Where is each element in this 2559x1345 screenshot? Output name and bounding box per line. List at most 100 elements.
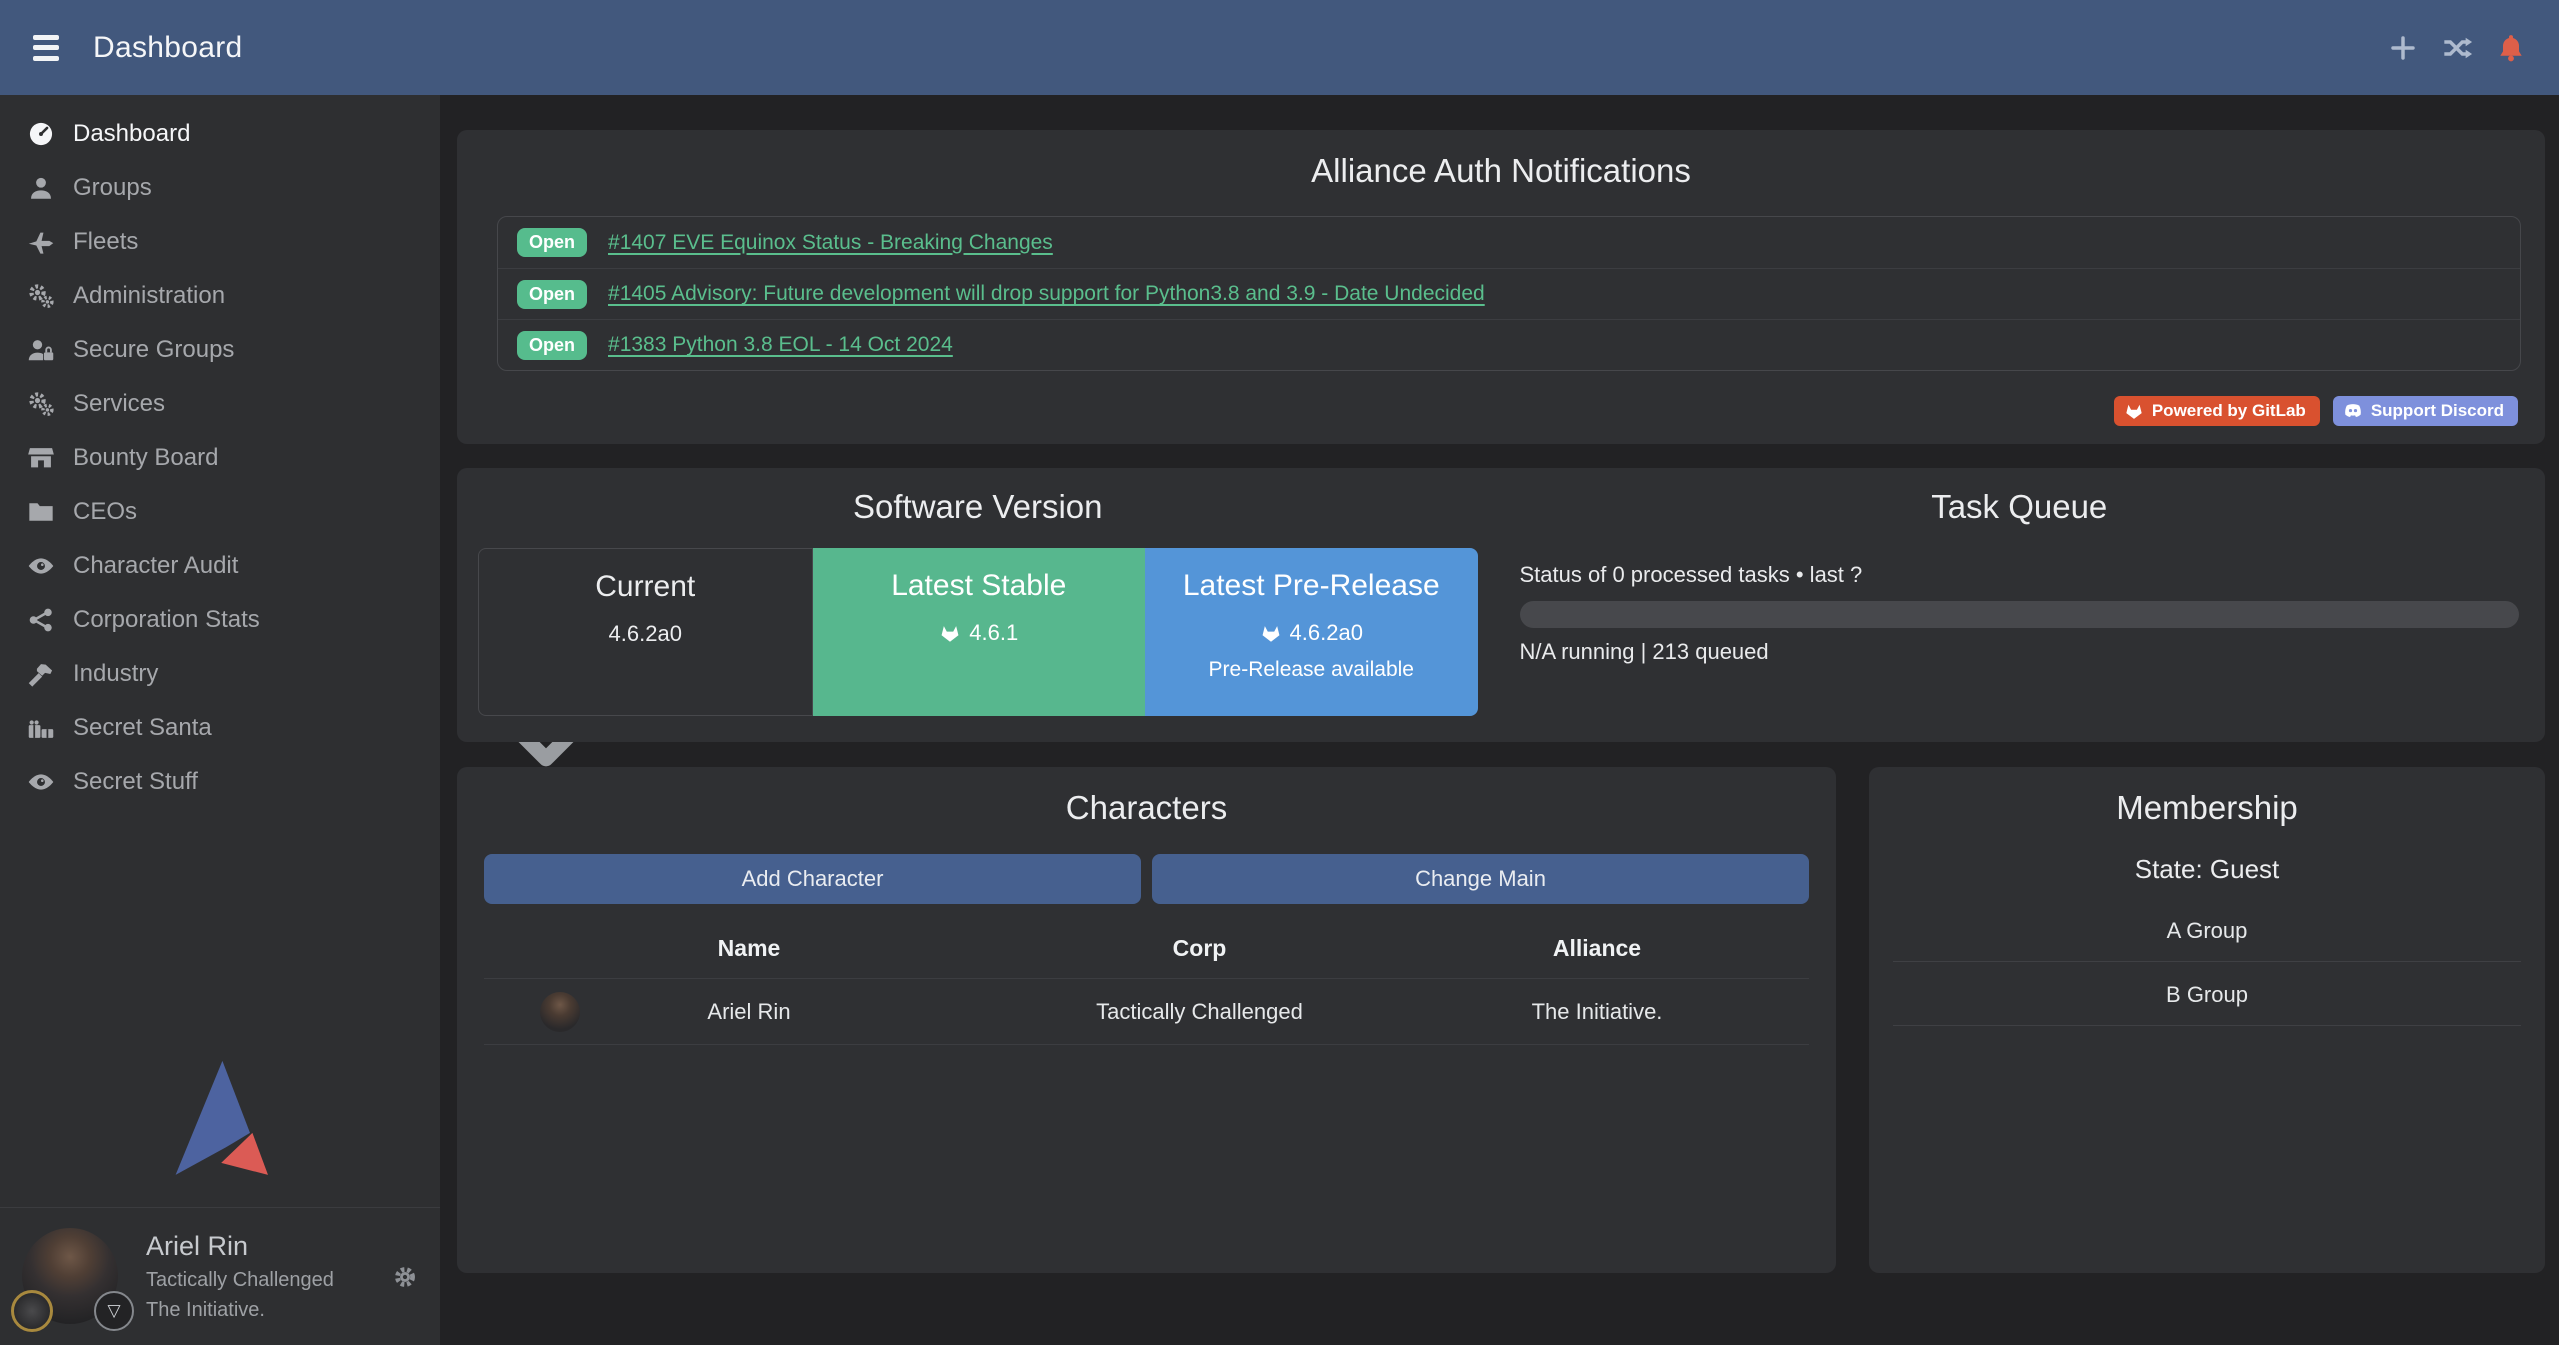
sidebar-item-bounty-board[interactable]: Bounty Board [0, 431, 440, 485]
notifications-title: Alliance Auth Notifications [457, 152, 2545, 190]
corp-logo-badge [11, 1290, 53, 1332]
user-info: Ariel Rin Tactically Challenged The Init… [146, 1231, 334, 1322]
latest-prerelease-box: Latest Pre-Release 4.6.2a0 Pre-Release a… [1145, 548, 1478, 716]
characters-title: Characters [484, 789, 1809, 827]
chevron-down-icon [396, 500, 420, 524]
group-item: B Group [1893, 962, 2521, 1026]
notification-link[interactable]: #1383 Python 3.8 EOL - 14 Oct 2024 [608, 333, 953, 357]
sidebar-item-secret-stuff[interactable]: Secret Stuff [0, 755, 440, 809]
sidebar-item-ceos[interactable]: CEOs [0, 485, 440, 539]
navbar-actions [2387, 32, 2527, 64]
notification-row: Open #1405 Advisory: Future development … [498, 268, 2520, 319]
sidebar-item-groups[interactable]: Groups [0, 161, 440, 215]
sidebar-nav: Dashboard Groups Fleets Administration S… [0, 95, 440, 809]
task-queue-section: Task Queue Status of 0 processed tasks •… [1487, 488, 2522, 742]
notification-link[interactable]: #1405 Advisory: Future development will … [608, 282, 1485, 306]
sidebar-item-character-audit[interactable]: Character Audit [0, 539, 440, 593]
eye-icon [27, 768, 55, 796]
software-version-section: Software Version Current 4.6.2a0 Latest … [478, 488, 1487, 742]
eye-icon [27, 552, 55, 580]
bell-icon[interactable] [2495, 32, 2527, 64]
group-item: A Group [1893, 898, 2521, 962]
membership-state: State: Guest [1893, 854, 2521, 885]
chevron-down-icon [396, 230, 420, 254]
status-badge: Open [517, 228, 587, 257]
sidebar-user-panel: ▽ Ariel Rin Tactically Challenged The In… [0, 1207, 440, 1345]
cell-corp: Tactically Challenged [1014, 999, 1385, 1025]
cell-alliance: The Initiative. [1385, 999, 1809, 1025]
chevron-down-icon [396, 176, 420, 200]
notification-link[interactable]: #1407 EVE Equinox Status - Breaking Chan… [608, 231, 1053, 255]
discord-icon [2343, 401, 2363, 421]
cogs-icon [27, 282, 55, 310]
column-corp: Corp [1014, 935, 1385, 978]
hammer-icon [27, 660, 55, 688]
sidebar-item-administration[interactable]: Administration [0, 269, 440, 323]
user-avatar: ▽ [22, 1228, 120, 1326]
store-icon [27, 444, 55, 472]
share-icon [27, 606, 55, 634]
user-corp: Tactically Challenged [146, 1269, 334, 1292]
sidebar-item-secure-groups[interactable]: Secure Groups [0, 323, 440, 377]
sidebar-item-dashboard[interactable]: Dashboard [0, 107, 440, 161]
status-badge: Open [517, 331, 587, 360]
column-name: Name [484, 935, 1014, 978]
sidebar: Dashboard Groups Fleets Administration S… [0, 95, 440, 1345]
alliance-auth-logo [0, 1056, 440, 1207]
software-version-title: Software Version [478, 488, 1478, 526]
sidebar-item-secret-santa[interactable]: Secret Santa [0, 701, 440, 755]
table-header: Name Corp Alliance [484, 935, 1809, 979]
user-alliance: The Initiative. [146, 1299, 334, 1322]
external-badges: Powered by GitLab Support Discord [2114, 396, 2518, 426]
add-character-button[interactable]: Add Character [484, 854, 1141, 904]
gear-icon[interactable] [392, 1264, 418, 1290]
version-boxes: Current 4.6.2a0 Latest Stable 4.6.1 Late… [478, 548, 1478, 716]
alliance-logo-badge: ▽ [94, 1291, 134, 1331]
task-status-line: Status of 0 processed tasks • last ? [1520, 562, 2520, 588]
discord-badge[interactable]: Support Discord [2333, 396, 2518, 426]
membership-groups: A Group B Group [1893, 898, 2521, 1026]
sidebar-item-services[interactable]: Services [0, 377, 440, 431]
membership-title: Membership [1893, 789, 2521, 827]
change-main-button[interactable]: Change Main [1152, 854, 1809, 904]
sidebar-item-corporation-stats[interactable]: Corporation Stats [0, 593, 440, 647]
prerelease-note: Pre-Release available [1145, 658, 1478, 682]
membership-panel: Membership State: Guest A Group B Group [1869, 767, 2545, 1273]
latest-stable-box: Latest Stable 4.6.1 [813, 548, 1146, 716]
gitlab-icon [1260, 622, 1282, 644]
table-row: Ariel Rin Tactically Challenged The Init… [484, 979, 1809, 1045]
character-avatar [540, 992, 580, 1032]
column-alliance: Alliance [1385, 935, 1809, 978]
task-progress-bar [1520, 601, 2520, 628]
gitlab-icon [939, 622, 961, 644]
gitlab-badge[interactable]: Powered by GitLab [2114, 396, 2320, 426]
main-content: Alliance Auth Notifications Open #1407 E… [440, 95, 2559, 1345]
characters-buttons: Add Character Change Main [484, 854, 1809, 904]
notifications-panel: Alliance Auth Notifications Open #1407 E… [457, 130, 2545, 444]
sidebar-item-fleets[interactable]: Fleets [0, 215, 440, 269]
bottom-row: Characters Add Character Change Main Nam… [457, 767, 2545, 1273]
task-queue-title: Task Queue [1520, 488, 2520, 526]
notification-row: Open #1383 Python 3.8 EOL - 14 Oct 2024 [498, 319, 2520, 370]
user-lock-icon [27, 336, 55, 364]
hamburger-menu-icon[interactable] [27, 33, 65, 63]
chevron-down-icon [396, 770, 420, 794]
gauge-icon [27, 120, 55, 148]
page-title: Dashboard [93, 31, 242, 65]
gifts-icon [27, 714, 55, 742]
folder-icon [27, 498, 55, 526]
status-badge: Open [517, 280, 587, 309]
chevron-down-icon [396, 662, 420, 686]
characters-panel: Characters Add Character Change Main Nam… [457, 767, 1836, 1273]
sidebar-item-industry[interactable]: Industry [0, 647, 440, 701]
chevron-down-icon [396, 284, 420, 308]
shuffle-icon[interactable] [2441, 32, 2473, 64]
software-taskqueue-panel: Software Version Current 4.6.2a0 Latest … [457, 468, 2545, 742]
user-icon [27, 174, 55, 202]
characters-table: Name Corp Alliance Ariel Rin Tactically … [484, 935, 1809, 1045]
fighter-jet-icon [27, 228, 55, 256]
notification-row: Open #1407 EVE Equinox Status - Breaking… [498, 217, 2520, 268]
plus-icon[interactable] [2387, 32, 2419, 64]
gitlab-icon [2124, 401, 2144, 421]
current-version-box: Current 4.6.2a0 [478, 548, 813, 716]
